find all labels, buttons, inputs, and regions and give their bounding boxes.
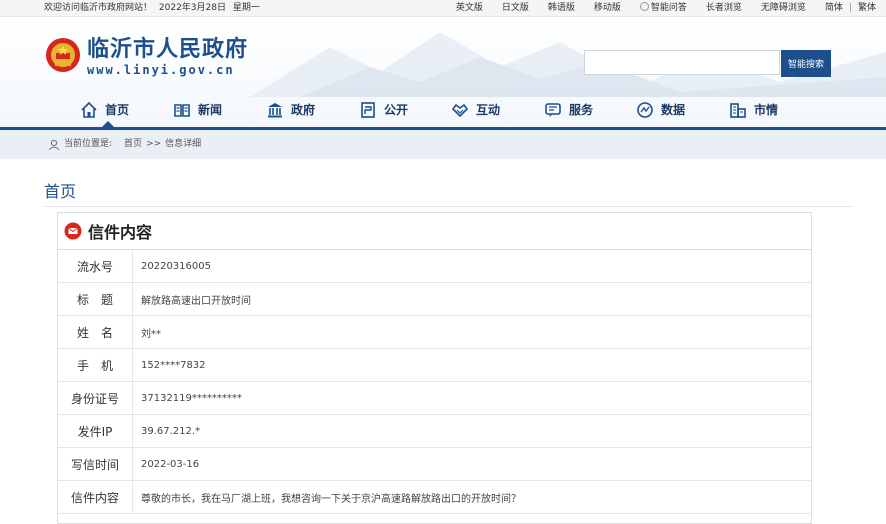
interaction-icon: [451, 103, 469, 117]
top-links: 英文版 日文版 韩语版 移动版 智能问答 长者浏览 无障碍浏览 简体 | 繁体: [437, 0, 876, 16]
open-document-icon: [361, 101, 375, 118]
row-label-name: 姓 名: [58, 315, 133, 349]
page-section-title: 首页: [44, 182, 77, 201]
row-label-sender-ip: 发件IP: [58, 414, 133, 448]
link-japanese[interactable]: 日文版: [502, 0, 529, 16]
link-mobile[interactable]: 移动版: [594, 0, 621, 16]
nav-item-government[interactable]: 政府: [266, 93, 315, 126]
table-row: 流水号 20220316005: [58, 250, 811, 283]
row-value-id-number: 37132119**********: [132, 381, 811, 415]
row-value-name: 刘**: [132, 315, 811, 349]
site-domain: www.linyi.gov.cn: [87, 63, 235, 77]
nav-item-interaction[interactable]: 互动: [451, 93, 500, 126]
lang-separator: |: [848, 3, 852, 13]
site-header: 临沂市人民政府 www.linyi.gov.cn 智能搜索 首页 新闻 政府 公…: [0, 17, 886, 130]
government-building-icon: [268, 102, 282, 117]
link-smart-qa[interactable]: 智能问答: [639, 0, 687, 16]
row-value-write-time: 2022-03-16: [132, 447, 811, 481]
news-icon: [174, 103, 190, 117]
qa-icon: [639, 2, 649, 11]
breadcrumb-home-link[interactable]: 首页: [124, 130, 142, 159]
current-weekday: 星期一: [232, 3, 260, 13]
welcome-text: 欢迎访问临沂市政府网站！: [44, 3, 153, 13]
row-value-serial: 20220316005: [132, 250, 811, 283]
letter-panel-header: 信件内容: [58, 213, 811, 250]
link-korean[interactable]: 韩语版: [548, 0, 575, 16]
home-icon: [81, 101, 97, 118]
site-title: 临沂市人民政府: [87, 37, 249, 62]
section-divider: [44, 206, 853, 207]
link-simplified[interactable]: 简体: [825, 0, 843, 16]
table-row: 写信时间 2022-03-16: [58, 447, 811, 481]
row-label-letter-content: 信件内容: [58, 480, 133, 514]
row-label-title: 标 题: [58, 282, 133, 316]
table-row: 标 题解放路高速出口开放时间: [58, 282, 811, 316]
row-value-title: 解放路高速出口开放时间: [132, 282, 811, 316]
nav-label-data: 数据: [661, 103, 686, 117]
location-user-icon: [48, 139, 60, 150]
table-row: 信件内容 尊敬的市长，我在马厂湖上班，我想咨询一下关于京沪高速路解放路出口的开放时…: [58, 480, 811, 514]
letter-badge-icon: [64, 222, 82, 240]
main-nav: 首页 新闻 政府 公开 互动 服务 数据 市情: [0, 93, 886, 130]
national-emblem-icon: [46, 38, 80, 72]
breadcrumb-current: 信息详细: [165, 139, 202, 149]
row-label-id-number: 身份证号: [58, 381, 133, 415]
data-icon: [637, 101, 653, 118]
breadcrumb-prefix: 当前位置是:: [64, 139, 113, 149]
welcome-message: 欢迎访问临沂市政府网站！ 2022年3月28日 星期一: [44, 0, 264, 16]
letter-details-table: 流水号 20220316005 标 题解放路高速出口开放时间 姓 名刘** 手 机…: [58, 250, 811, 514]
link-elderly[interactable]: 长者浏览: [706, 0, 742, 16]
row-value-sender-ip: 39.67.212.*: [132, 414, 811, 448]
table-row: 发件IP 39.67.212.*: [58, 414, 811, 448]
row-label-phone: 手 机: [58, 348, 133, 382]
nav-item-open[interactable]: 公开: [359, 93, 408, 126]
smart-search-button[interactable]: 智能搜索: [781, 50, 831, 77]
link-english[interactable]: 英文版: [456, 0, 483, 16]
table-row: 姓 名刘**: [58, 315, 811, 349]
nav-label-service: 服务: [569, 103, 594, 117]
nav-label-government: 政府: [291, 103, 316, 117]
nav-label-news: 新闻: [198, 103, 223, 117]
current-date: 2022年3月28日: [158, 3, 226, 13]
row-value-phone: 152****7832: [132, 348, 811, 382]
search-bar: 智能搜索: [584, 50, 831, 77]
nav-label-city: 市情: [754, 103, 779, 117]
nav-item-service[interactable]: 服务: [544, 93, 593, 126]
top-utility-bar: 欢迎访问临沂市政府网站！ 2022年3月28日 星期一 英文版 日文版 韩语版 …: [0, 0, 886, 17]
nav-item-data[interactable]: 数据: [636, 93, 685, 126]
site-logo[interactable]: 临沂市人民政府 www.linyi.gov.cn: [45, 37, 248, 77]
row-label-serial: 流水号: [58, 250, 133, 283]
breadcrumb: 当前位置是: 首页 >> 信息详细: [0, 130, 886, 159]
link-accessible[interactable]: 无障碍浏览: [761, 0, 806, 16]
search-input[interactable]: [584, 50, 780, 75]
service-icon: [545, 102, 561, 117]
nav-label-interaction: 互动: [476, 103, 501, 117]
row-value-letter-content: 尊敬的市长，我在马厂湖上班，我想咨询一下关于京沪高速路解放路出口的开放时间？: [132, 480, 811, 514]
breadcrumb-separator: >>: [146, 139, 162, 149]
nav-label-open: 公开: [384, 103, 409, 117]
letter-panel-title: 信件内容: [88, 223, 153, 242]
row-label-write-time: 写信时间: [58, 447, 133, 481]
nav-item-city[interactable]: 市情: [729, 93, 778, 126]
letter-content-panel: 信件内容 流水号 20220316005 标 题解放路高速出口开放时间 姓 名刘*…: [57, 212, 812, 524]
link-traditional[interactable]: 繁体: [858, 0, 876, 16]
nav-label-home: 首页: [105, 103, 130, 117]
nav-item-news[interactable]: 新闻: [173, 93, 222, 126]
table-row: 手 机 152****7832: [58, 348, 811, 382]
city-icon: [730, 102, 746, 118]
table-row: 身份证号 37132119**********: [58, 381, 811, 415]
link-smart-qa-label: 智能问答: [650, 3, 687, 13]
